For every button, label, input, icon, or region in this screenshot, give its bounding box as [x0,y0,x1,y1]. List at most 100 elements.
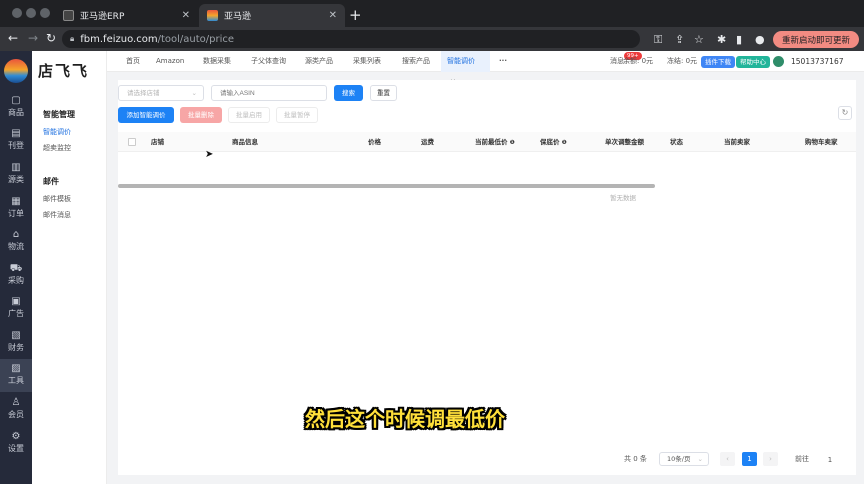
tab-search-products[interactable]: 搜索产品 [396,51,436,72]
tab-label: 智能调价 [447,57,475,65]
info-icon[interactable]: ❶ [510,139,515,146]
page-number-button[interactable]: 1 [742,452,757,466]
finance-icon: ▧ [11,330,21,341]
submenu-item-smart-pricing[interactable]: 智能调价 [43,127,71,137]
pagination-total: 共 0 条 [624,455,647,463]
cart-icon: ⛟ [9,263,23,274]
profile-icon[interactable]: ● [755,33,765,46]
settings-icon: ⚙ [11,431,21,442]
address-bar-row: ← → ↻ 🔒︎ fbm.feizuo.com/tool/auto/price … [0,27,864,51]
tab-smart-pricing[interactable]: 智能调价 ✕ [441,51,490,86]
info-icon[interactable]: ❶ [562,139,567,146]
box-icon: ▢ [11,95,21,106]
tab-amazon[interactable]: Amazon [150,51,190,72]
close-window-dot[interactable] [12,8,22,18]
app-sidebar: ▢ 商品 ▤ 刊登 ▥ 源类 ▦ 订单 ⌂ 物流 ⛟ 采购 ▣ 广告 ▧ 财务 … [0,51,32,484]
minimize-window-dot[interactable] [26,8,36,18]
column-header: 商品信息 [232,138,258,146]
submenu-item-mail-message[interactable]: 邮件消息 [43,210,71,220]
submenu-item-oversell-monitor[interactable]: 超卖监控 [43,143,71,153]
sidebar-item-member[interactable]: ♙ 会员 [0,393,32,426]
account-phone[interactable]: 15013737167 [791,51,844,72]
plugin-download-button[interactable]: 插件下载 [701,56,735,68]
submenu-group-title: 智能管理 [43,110,75,119]
tab-favicon-icon [63,10,74,21]
batch-start-button[interactable]: 批量启用 [228,107,270,123]
column-header: 保底价 ❶ [540,132,567,152]
extensions-icon[interactable]: ✱ [717,33,726,46]
column-header: 单次调整金额 [605,138,644,146]
sidebar-item-label: 财务 [8,343,24,352]
sidebar-item-ads[interactable]: ▣ 广告 [0,292,32,325]
close-tab-icon[interactable]: ✕ [182,10,190,21]
url-path: /tool/auto/price [157,33,235,45]
batch-delete-button[interactable]: 批量删除 [180,107,222,123]
next-page-button[interactable]: › [763,452,778,466]
browser-update-button[interactable]: 重新启动即可更新 [773,31,859,48]
avatar[interactable] [773,56,784,67]
sidebar-item-orders[interactable]: ▦ 订单 [0,192,32,225]
goto-label: 前往 [795,455,809,463]
sidebar-item-purchase[interactable]: ⛟ 采购 [0,259,32,292]
prev-page-button[interactable]: ‹ [720,452,735,466]
horizontal-scrollbar[interactable] [118,184,655,188]
sidebar-item-label: 采购 [8,276,24,285]
logistics-icon: ⌂ [12,229,20,240]
sidebar-item-logistics[interactable]: ⌂ 物流 [0,225,32,258]
member-icon: ♙ [11,397,21,408]
side-panel-icon[interactable]: ▮ [736,33,742,46]
asin-input[interactable] [211,85,327,101]
lock-icon: 🔒︎ [70,34,75,43]
tab-data-collect[interactable]: 数据采集 [197,51,237,72]
reset-button[interactable]: 重置 [370,85,397,101]
browser-tab-erp[interactable]: 亚马逊ERP ✕ [55,4,198,27]
share-icon[interactable]: ⇪ [675,33,684,46]
help-center-button[interactable]: 帮助中心 [736,56,770,68]
maximize-window-dot[interactable] [40,8,50,18]
app-logo-icon[interactable] [4,59,28,83]
sidebar-item-label: 物流 [8,242,24,251]
submenu-group-title: 邮件 [43,177,59,186]
browser-tab-amazon[interactable]: 亚马逊 ✕ [199,4,345,27]
sidebar-item-label: 刊登 [8,141,24,150]
tab-parent-child-query[interactable]: 子父体查询 [245,51,292,72]
key-icon[interactable]: ⚿ [654,33,662,47]
reload-icon[interactable]: ↻ [46,31,56,45]
sidebar-item-label: 会员 [8,410,24,419]
tabs-more-icon[interactable]: ··· [493,51,513,72]
frozen-text: 冻结: 0元 [667,57,698,65]
sidebar-item-source[interactable]: ▥ 源类 [0,158,32,191]
sidebar-item-listing[interactable]: ▤ 刊登 [0,124,32,157]
order-icon: ▦ [11,196,21,207]
bookmark-star-icon[interactable]: ☆ [694,33,704,46]
tab-title: 亚马逊 [224,12,252,22]
forward-icon[interactable]: → [28,31,38,45]
add-smart-pricing-button[interactable]: 添加智能调价 [118,107,174,123]
tab-home[interactable]: 首页 [120,51,146,72]
select-all-checkbox[interactable] [128,138,136,146]
goto-page-input[interactable]: 1 [821,452,839,466]
balance-text: 余额: 0元 [623,57,654,65]
tab-source-products[interactable]: 源类产品 [299,51,339,72]
tab-collect-list[interactable]: 采集列表 [347,51,387,72]
sidebar-item-label: 商品 [8,108,24,117]
sidebar-item-goods[interactable]: ▢ 商品 [0,91,32,124]
url-field[interactable]: 🔒︎ fbm.feizuo.com/tool/auto/price [62,30,640,48]
close-tab-icon[interactable]: ✕ [329,10,337,21]
sidebar-item-finance[interactable]: ▧ 财务 [0,326,32,359]
profit-icon: ▤ [11,128,21,139]
mouse-cursor-icon: ➤ [205,149,214,160]
new-tab-icon[interactable]: + [349,6,362,24]
page-size-select[interactable]: 10条/页 ⌄ [659,452,709,466]
back-icon[interactable]: ← [8,31,18,45]
search-button[interactable]: 搜索 [334,85,363,101]
messages-link[interactable]: 消息 [610,51,624,72]
sidebar-item-tools[interactable]: ▨ 工具 [0,359,32,392]
page-size-value: 10条/页 [667,455,691,463]
refresh-icon[interactable]: ↻ [838,106,852,120]
sidebar-item-settings[interactable]: ⚙ 设置 [0,427,32,460]
column-header: 店铺 [151,138,164,146]
submenu-item-mail-template[interactable]: 邮件模板 [43,194,71,204]
store-select[interactable]: 请选择店铺 ⌄ [118,85,204,101]
batch-pause-button[interactable]: 批量暂停 [276,107,318,123]
